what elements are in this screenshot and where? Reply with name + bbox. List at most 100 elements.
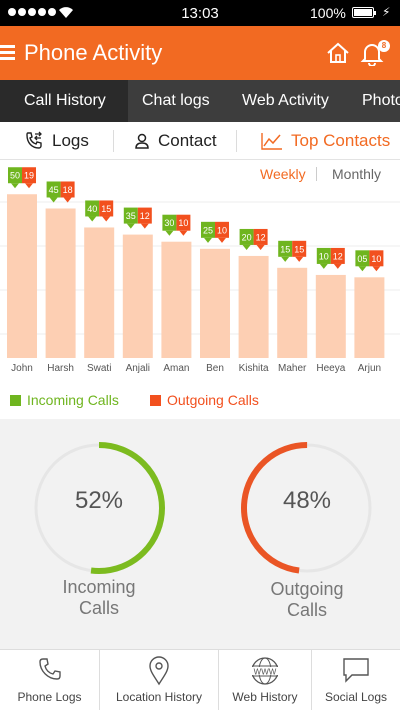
incoming-flag-tip	[281, 256, 290, 262]
bar-kishita	[238, 255, 269, 358]
subtab-top-contacts[interactable]: Top Contacts	[261, 122, 390, 160]
x-tick-label: Maher	[278, 363, 307, 374]
outgoing-flag-tip	[295, 256, 304, 262]
nav-web-history[interactable]: WWW Web History	[219, 650, 312, 710]
outgoing-caption: Outgoing Calls	[232, 579, 382, 621]
incoming-flag-tip	[204, 237, 212, 243]
tab-call-history[interactable]: Call History	[0, 80, 128, 122]
battery-percent: 100%	[310, 5, 346, 21]
legend-incoming: Incoming Calls	[10, 392, 119, 408]
incoming-caption-line1: Incoming	[62, 577, 136, 597]
trend-chart-icon	[261, 133, 282, 150]
subtab-top-contacts-label: Top Contacts	[291, 131, 391, 150]
bar-heeya	[315, 274, 346, 358]
bar-aman	[161, 241, 192, 358]
incoming-value-label: 30	[164, 218, 174, 228]
bar-arjun	[354, 277, 385, 358]
phone-icon	[38, 658, 61, 680]
top-contacts-bar-chart: 50 19 John 45 18 Harsh 40 15 Swati 35 12 Anjali 30 10…	[0, 167, 400, 374]
bottom-navigation: Phone Logs Location History WWW Web Hist…	[0, 649, 400, 710]
x-tick-label: Anjali	[126, 363, 150, 374]
outgoing-flag-tip	[333, 263, 342, 269]
top-tab-bar: Call History Chat logs Web Activity Phot…	[0, 80, 400, 122]
x-tick-label: Aman	[163, 363, 189, 374]
incoming-flag-tip	[126, 223, 135, 229]
x-tick-label: Kishita	[239, 363, 269, 374]
subtab-logs[interactable]: Logs	[24, 122, 89, 160]
notification-badge: 8	[378, 40, 390, 52]
outgoing-flag-tip	[179, 230, 188, 236]
tab-photo[interactable]: Photo	[362, 80, 400, 122]
nav-phone-logs-label: Phone Logs	[17, 690, 82, 704]
person-icon	[135, 133, 149, 149]
nav-location-history[interactable]: Location History	[100, 650, 219, 710]
incoming-flag-tip	[165, 230, 174, 236]
tab-chat-logs[interactable]: Chat logs	[142, 80, 210, 122]
bar-anjali	[122, 234, 153, 358]
globe-www-icon: WWW	[251, 657, 279, 685]
outgoing-value-label: 12	[256, 232, 266, 242]
incoming-value-label: 40	[87, 204, 97, 214]
outgoing-value-label: 12	[333, 251, 343, 261]
legend-swatch-outgoing	[150, 394, 161, 406]
incoming-flag-tip	[242, 244, 251, 250]
outgoing-value-label: 18	[63, 185, 73, 195]
outgoing-flag-tip	[218, 237, 226, 243]
incoming-value-label: 35	[126, 211, 136, 221]
status-bar: 13:03 100% ⚡	[0, 0, 400, 26]
tab-web-activity[interactable]: Web Activity	[242, 80, 329, 122]
incoming-value-label: 25	[203, 225, 213, 235]
outgoing-flag-tip	[256, 244, 265, 250]
x-tick-label: Ben	[206, 363, 224, 374]
incoming-value-label: 50	[10, 171, 20, 181]
subtab-logs-label: Logs	[52, 131, 89, 150]
incoming-percent: 52%	[74, 487, 124, 514]
location-pin-icon	[149, 656, 169, 686]
outgoing-value-label: 10	[178, 218, 188, 228]
nav-social-logs[interactable]: Social Logs	[312, 650, 400, 710]
incoming-flag-tip	[358, 266, 367, 272]
incoming-value-label: 15	[280, 244, 290, 254]
outgoing-value-label: 10	[371, 254, 381, 264]
outgoing-flag-tip	[372, 266, 381, 272]
incoming-donut: 52%	[24, 433, 174, 583]
subtab-contact[interactable]: Contact	[134, 122, 217, 160]
legend-outgoing: Outgoing Calls	[150, 392, 259, 408]
outgoing-caption-line2: Calls	[286, 600, 327, 620]
nav-location-history-label: Location History	[115, 690, 203, 704]
nav-web-history-label: Web History	[232, 690, 298, 704]
bar-john	[7, 194, 37, 358]
outgoing-value-label: 15	[294, 244, 304, 254]
incoming-flag-tip	[11, 183, 19, 189]
legend-swatch-incoming	[10, 394, 21, 406]
x-tick-label: Arjun	[358, 363, 381, 374]
bar-ben	[200, 248, 230, 358]
bar-swati	[84, 227, 115, 358]
outgoing-donut: 48%	[232, 433, 382, 583]
outgoing-flag-tip	[25, 183, 33, 189]
legend-outgoing-label: Outgoing Calls	[167, 392, 259, 408]
call-swap-icon	[26, 131, 42, 149]
incoming-flag-tip	[319, 263, 328, 269]
divider	[113, 130, 114, 152]
page-title: Phone Activity	[24, 40, 163, 65]
divider	[236, 130, 237, 152]
outgoing-value-label: 10	[217, 225, 227, 235]
incoming-caption-line2: Calls	[78, 598, 119, 618]
nav-phone-logs[interactable]: Phone Logs	[0, 650, 100, 710]
incoming-value-label: 20	[242, 232, 252, 242]
x-tick-label: Heeya	[316, 363, 345, 374]
app-header: Phone Activity 8	[0, 26, 400, 80]
subtab-contact-label: Contact	[158, 131, 217, 150]
call-ratio-section: 52% Incoming Calls 48% Outgoing Calls	[0, 419, 400, 649]
incoming-caption: Incoming Calls	[24, 577, 174, 619]
hamburger-menu-icon[interactable]	[0, 45, 15, 61]
bar-harsh	[45, 208, 76, 358]
outgoing-flag-tip	[140, 223, 149, 229]
incoming-flag-tip	[88, 216, 97, 222]
home-icon[interactable]	[326, 42, 350, 64]
svg-text:WWW: WWW	[254, 668, 277, 677]
battery-icon	[352, 7, 376, 18]
bar-maher	[277, 267, 308, 358]
legend-incoming-label: Incoming Calls	[27, 392, 119, 408]
